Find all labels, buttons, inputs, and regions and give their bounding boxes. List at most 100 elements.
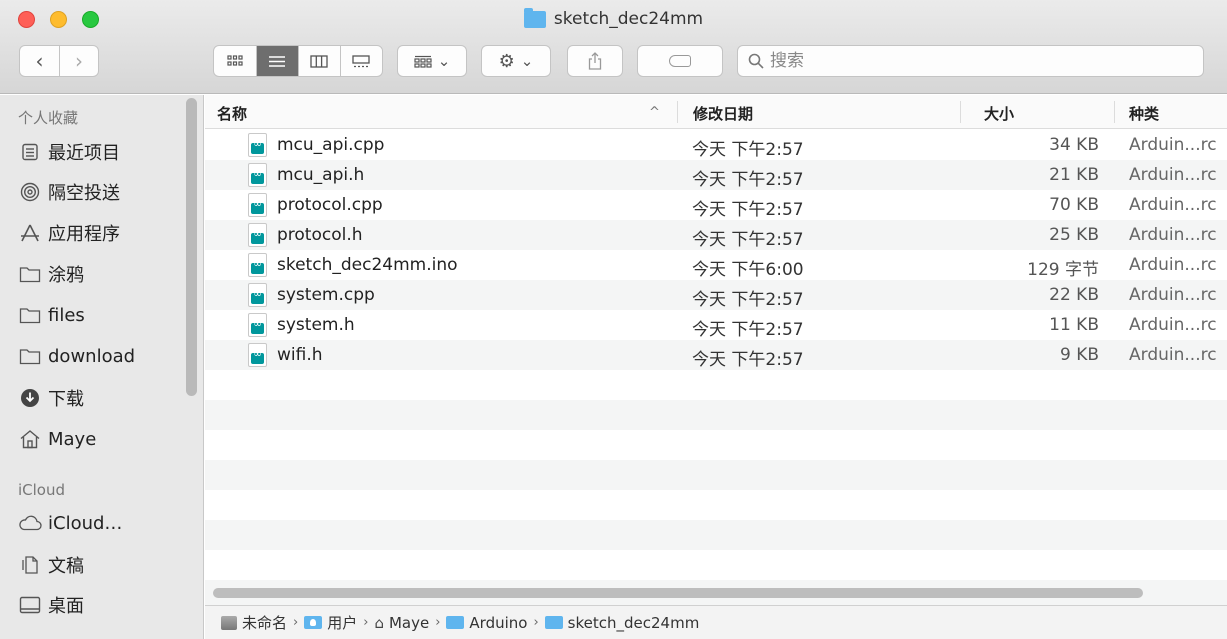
downloads-icon [18, 387, 42, 409]
file-size: 22 KB [1049, 285, 1099, 305]
file-kind: Arduin...rc [1129, 135, 1217, 155]
search-field[interactable] [737, 45, 1204, 77]
path-crumb-label: sketch_dec24mm [567, 613, 700, 632]
group-by-button[interactable]: ⌄ [397, 45, 467, 77]
file-list: 名称 ^ 修改日期 大小 种类 ∞ mcu_api.cpp 今天 下午2:57 … [205, 95, 1227, 605]
file-date: 今天 下午2:57 [692, 230, 804, 250]
sidebar: 个人收藏 最近项目 隔空投送 应用程序 涂鸦 files download 下载… [0, 95, 204, 639]
file-kind: Arduin...rc [1129, 195, 1217, 215]
path-crumb-sketch[interactable]: sketch_dec24mm [544, 613, 700, 632]
arduino-file-icon: ∞ [248, 163, 267, 187]
folder-icon [523, 7, 546, 28]
path-crumb-arduino[interactable]: Arduino [446, 614, 527, 632]
arduino-file-icon: ∞ [248, 283, 267, 307]
share-button[interactable] [567, 45, 623, 77]
horizontal-scrollbar[interactable] [213, 588, 1143, 598]
sidebar-item-airdrop[interactable]: 隔空投送 [18, 177, 188, 207]
chevron-left-icon: ‹ [35, 49, 44, 73]
gear-icon: ⚙ [498, 50, 515, 72]
sidebar-item-documents[interactable]: 文稿 [18, 550, 188, 580]
column-view-button[interactable] [297, 46, 340, 76]
column-header-name[interactable]: 名称 [217, 103, 247, 124]
file-kind: Arduin...rc [1129, 255, 1217, 275]
empty-row [205, 520, 1227, 550]
file-size: 25 KB [1049, 225, 1099, 245]
path-crumb-users[interactable]: 用户 [304, 612, 357, 633]
file-row[interactable]: ∞ system.h 今天 下午2:57 11 KB Arduin...rc [205, 310, 1227, 340]
column-header-row: 名称 ^ 修改日期 大小 种类 [205, 95, 1227, 129]
column-header-size[interactable]: 大小 [984, 103, 1014, 124]
file-row[interactable]: ∞ mcu_api.cpp 今天 下午2:57 34 KB Arduin...r… [205, 130, 1227, 160]
recents-icon [18, 141, 42, 163]
column-divider[interactable] [1114, 101, 1115, 123]
sidebar-item-label: 涂鸦 [48, 265, 84, 286]
arduino-file-icon: ∞ [248, 253, 267, 277]
empty-row [205, 430, 1227, 460]
arduino-file-icon: ∞ [248, 223, 267, 247]
list-view-icon [269, 55, 286, 67]
home-icon: ⌂ [374, 613, 384, 632]
folder-icon [446, 616, 465, 629]
file-kind: Arduin...rc [1129, 345, 1217, 365]
action-menu-button[interactable]: ⚙ ⌄ [481, 45, 551, 77]
file-kind: Arduin...rc [1129, 315, 1217, 335]
file-row[interactable]: ∞ protocol.h 今天 下午2:57 25 KB Arduin...rc [205, 220, 1227, 250]
sidebar-item-folder-files[interactable]: files [18, 300, 188, 330]
file-name: wifi.h [277, 345, 323, 365]
gallery-view-button[interactable] [339, 46, 382, 76]
file-row[interactable]: ∞ system.cpp 今天 下午2:57 22 KB Arduin...rc [205, 280, 1227, 310]
empty-row [205, 550, 1227, 580]
list-view-button[interactable] [255, 46, 298, 76]
sidebar-item-label: 隔空投送 [48, 183, 120, 204]
column-header-date[interactable]: 修改日期 [693, 103, 753, 124]
file-row[interactable]: ∞ protocol.cpp 今天 下午2:57 70 KB Arduin...… [205, 190, 1227, 220]
column-header-kind[interactable]: 种类 [1129, 103, 1159, 124]
sidebar-item-folder-download[interactable]: download [18, 341, 188, 371]
sidebar-item-label: 文稿 [48, 556, 84, 577]
file-name: system.h [277, 315, 355, 335]
file-date: 今天 下午2:57 [692, 320, 804, 340]
back-forward-group: ‹ › [19, 45, 99, 77]
file-size: 70 KB [1049, 195, 1099, 215]
folder-icon [544, 616, 563, 629]
sidebar-item-recents[interactable]: 最近项目 [18, 137, 188, 167]
sidebar-item-folder-tuya[interactable]: 涂鸦 [18, 259, 188, 289]
file-date: 今天 下午2:57 [692, 290, 804, 310]
search-input[interactable] [770, 51, 1170, 71]
empty-row [205, 490, 1227, 520]
sidebar-item-desktop[interactable]: 桌面 [18, 590, 188, 620]
file-date: 今天 下午6:00 [692, 260, 804, 280]
sidebar-item-downloads[interactable]: 下载 [18, 383, 188, 413]
path-crumb-disk[interactable]: 未命名 [221, 612, 287, 633]
sidebar-item-label: iCloud… [48, 512, 123, 534]
window-title: sketch_dec24mm [0, 7, 1227, 29]
file-name: system.cpp [277, 285, 375, 305]
group-icon [414, 55, 432, 68]
icon-view-icon [227, 55, 243, 66]
path-crumb-home[interactable]: ⌂ Maye [374, 614, 429, 632]
column-divider[interactable] [960, 101, 961, 123]
back-button[interactable]: ‹ [20, 46, 59, 76]
chevron-down-icon: ⌄ [437, 52, 451, 70]
icon-view-button[interactable] [214, 46, 256, 76]
file-row[interactable]: ∞ sketch_dec24mm.ino 今天 下午6:00 129 字节 Ar… [205, 250, 1227, 280]
file-row[interactable]: ∞ wifi.h 今天 下午2:57 9 KB Arduin...rc [205, 340, 1227, 370]
sidebar-item-icloud-drive[interactable]: iCloud… [18, 508, 188, 538]
sidebar-item-applications[interactable]: 应用程序 [18, 218, 188, 248]
tag-icon [669, 55, 691, 67]
folder-icon [18, 304, 42, 326]
sidebar-item-home[interactable]: Maye [18, 424, 188, 454]
file-size: 11 KB [1049, 315, 1099, 335]
arduino-file-icon: ∞ [248, 133, 267, 157]
file-size: 34 KB [1049, 135, 1099, 155]
forward-button[interactable]: › [58, 46, 98, 76]
sidebar-item-label: files [48, 304, 85, 326]
chevron-down-icon: ⌄ [520, 52, 534, 70]
file-date: 今天 下午2:57 [692, 200, 804, 220]
path-separator: › [363, 615, 369, 630]
tags-button[interactable] [637, 45, 723, 77]
file-date: 今天 下午2:57 [692, 140, 804, 160]
chevron-right-icon: › [74, 49, 83, 73]
column-divider[interactable] [677, 101, 678, 123]
file-row[interactable]: ∞ mcu_api.h 今天 下午2:57 21 KB Arduin...rc [205, 160, 1227, 190]
